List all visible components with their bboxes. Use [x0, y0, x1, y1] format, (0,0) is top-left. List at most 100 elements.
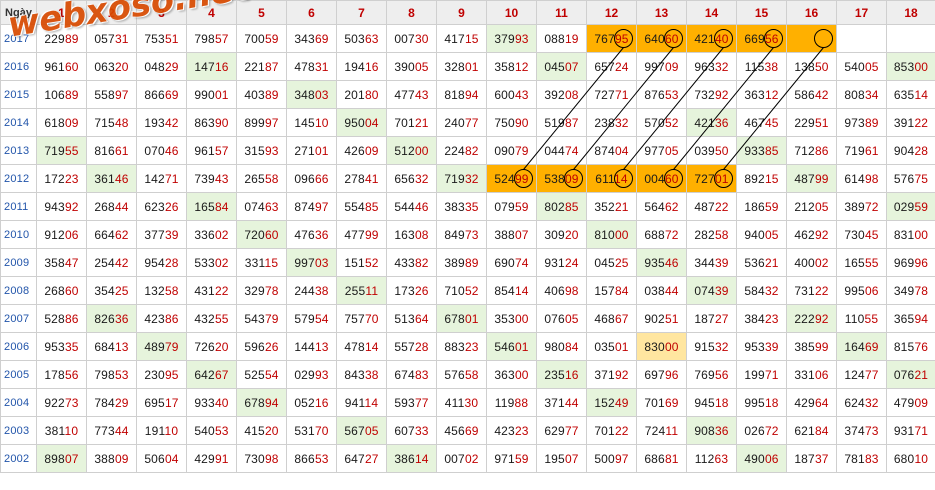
result-cell: 95339	[736, 332, 787, 361]
result-cell: 73122	[786, 276, 837, 305]
day-header[interactable]: 11	[536, 0, 587, 25]
result-cell: 04829	[136, 52, 187, 81]
day-header[interactable]: 15	[736, 0, 787, 25]
day-header[interactable]: 8	[386, 0, 437, 25]
result-cell: 03844	[636, 276, 687, 305]
year-row: 2003 38110 77344 19110 54053 41520 53170 56705 6…	[0, 416, 935, 445]
year-row: 2013 71955 81661 07046 96157 31593 27101 42609 5…	[0, 136, 935, 165]
result-cell: 15249	[586, 388, 637, 417]
result-cell: 46867	[586, 304, 637, 333]
day-header[interactable]: 14	[686, 0, 737, 25]
result-cell: 34978	[886, 276, 935, 305]
result-cell: 16308	[386, 220, 437, 249]
result-cell: 42323	[486, 416, 537, 445]
result-cell: 95004	[336, 108, 387, 137]
day-header[interactable]: 9	[436, 0, 487, 25]
result-cell: 62977	[536, 416, 587, 445]
result-cell: 51364	[386, 304, 437, 333]
day-header[interactable]: 18	[886, 0, 935, 25]
result-cell: 76795	[586, 24, 637, 53]
result-cell: 15152	[336, 248, 387, 277]
result-cell: 73292	[686, 80, 737, 109]
result-cell: 93124	[536, 248, 587, 277]
day-header[interactable]: 17	[836, 0, 887, 25]
result-cell: 56462	[636, 192, 687, 221]
result-cell: 71961	[836, 136, 887, 165]
result-cell: 11988	[486, 388, 537, 417]
result-cell: 42136	[686, 108, 737, 137]
result-cell: 99703	[286, 248, 337, 277]
year-label: 2015	[0, 80, 37, 109]
result-cell: 40698	[536, 276, 587, 305]
result-cell: 23095	[136, 360, 187, 389]
result-cell: 17326	[386, 276, 437, 305]
result-cell: 96157	[186, 136, 237, 165]
result-cell: 89807	[36, 444, 87, 473]
result-cell: 88323	[436, 332, 487, 361]
result-cell: 33106	[786, 360, 837, 389]
year-row: 2010 91206 66462 37739 33602 72060 47636 47799 1…	[0, 220, 935, 249]
result-cell: 59626	[236, 332, 287, 361]
year-label: 2002	[0, 444, 37, 473]
result-cell: 08819	[536, 24, 587, 53]
day-header[interactable]: 12	[586, 0, 637, 25]
result-cell: 96996	[886, 248, 935, 277]
result-cell: 80834	[836, 80, 887, 109]
result-cell: 93546	[636, 248, 687, 277]
day-header[interactable]: 6	[286, 0, 337, 25]
result-cell: 68010	[886, 444, 935, 473]
result-cell: 50097	[586, 444, 637, 473]
result-cell: 38423	[736, 304, 787, 333]
result-cell: 84338	[336, 360, 387, 389]
result-cell: 78183	[836, 444, 887, 473]
result-cell: 31593	[236, 136, 287, 165]
result-cell: 37192	[586, 360, 637, 389]
result-cell: 38335	[436, 192, 487, 221]
result-cell: 41715	[436, 24, 487, 53]
result-cell: 38614	[386, 444, 437, 473]
result-cell: 76956	[686, 360, 737, 389]
result-cell: 84973	[436, 220, 487, 249]
result-cell: 34369	[286, 24, 337, 53]
day-header[interactable]: 7	[336, 0, 387, 25]
result-cell: 15784	[586, 276, 637, 305]
result-cell: 78429	[86, 388, 137, 417]
result-cell: 95428	[136, 248, 187, 277]
result-cell: 37144	[536, 388, 587, 417]
result-cell: 38599	[786, 332, 837, 361]
result-cell: 22951	[786, 108, 837, 137]
result-cell: 54053	[186, 416, 237, 445]
day-header[interactable]: 13	[636, 0, 687, 25]
result-cell: 43255	[186, 304, 237, 333]
result-cell: 90836	[686, 416, 737, 445]
result-cell: 91206	[36, 220, 87, 249]
result-cell: 46292	[786, 220, 837, 249]
result-cell: 60043	[486, 80, 537, 109]
result-cell: 39005	[386, 52, 437, 81]
result-cell: 58642	[786, 80, 837, 109]
result-cell: 57658	[436, 360, 487, 389]
result-cell: 36312	[736, 80, 787, 109]
result-cell: 16555	[836, 248, 887, 277]
day-header[interactable]: 10	[486, 0, 537, 25]
result-cell: 71955	[36, 136, 87, 165]
result-cell: 33115	[236, 248, 287, 277]
result-cell: 68413	[86, 332, 137, 361]
result-cell: 39122	[886, 108, 935, 137]
result-cell: 79853	[86, 360, 137, 389]
result-cell: 37473	[836, 416, 887, 445]
result-cell: 72620	[186, 332, 237, 361]
result-cell: 21205	[786, 192, 837, 221]
result-cell: 81661	[86, 136, 137, 165]
result-cell: 75090	[486, 108, 537, 137]
result-cell: 47814	[336, 332, 387, 361]
result-cell: 11263	[686, 444, 737, 473]
result-cell: 94518	[686, 388, 737, 417]
result-cell: 79857	[186, 24, 237, 53]
day-header[interactable]: 16	[786, 0, 837, 25]
year-row: 2006 95335 68413 48979 72620 59626 14413 47814 5…	[0, 332, 935, 361]
result-cell: 43382	[386, 248, 437, 277]
result-cell: 53302	[186, 248, 237, 277]
result-cell: 86390	[186, 108, 237, 137]
result-cell: 42386	[136, 304, 187, 333]
